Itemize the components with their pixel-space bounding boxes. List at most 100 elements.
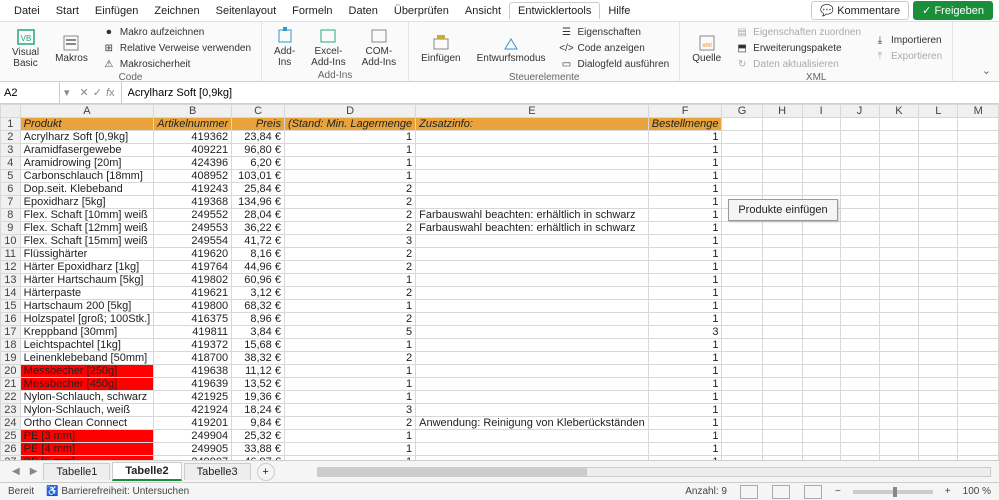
name-box[interactable] bbox=[0, 82, 60, 103]
cell[interactable] bbox=[840, 378, 879, 391]
cell[interactable] bbox=[802, 144, 840, 157]
cell[interactable] bbox=[919, 417, 958, 430]
page-layout-view-button[interactable] bbox=[772, 485, 790, 499]
cell[interactable] bbox=[416, 339, 649, 352]
cell[interactable] bbox=[416, 352, 649, 365]
cell[interactable]: 419811 bbox=[154, 326, 232, 339]
cell[interactable] bbox=[879, 443, 919, 456]
cell[interactable] bbox=[416, 300, 649, 313]
row-header[interactable]: 16 bbox=[1, 313, 21, 326]
cell[interactable] bbox=[416, 378, 649, 391]
cell[interactable] bbox=[762, 391, 802, 404]
cell[interactable]: 96,80 € bbox=[232, 144, 285, 157]
cell[interactable] bbox=[958, 326, 999, 339]
cell[interactable] bbox=[762, 287, 802, 300]
cell[interactable] bbox=[762, 274, 802, 287]
cell[interactable] bbox=[840, 287, 879, 300]
zoom-in-button[interactable]: + bbox=[945, 486, 951, 497]
zoom-slider[interactable] bbox=[853, 490, 933, 494]
view-code-button[interactable]: </>Code anzeigen bbox=[556, 40, 674, 56]
cell[interactable] bbox=[802, 365, 840, 378]
cell[interactable] bbox=[802, 157, 840, 170]
row-header[interactable]: 20 bbox=[1, 365, 21, 378]
zoom-out-button[interactable]: − bbox=[835, 486, 841, 497]
cell[interactable] bbox=[958, 417, 999, 430]
cell[interactable]: 1 bbox=[284, 157, 415, 170]
cell[interactable] bbox=[919, 235, 958, 248]
cell[interactable] bbox=[879, 326, 919, 339]
cell[interactable] bbox=[416, 131, 649, 144]
cell[interactable] bbox=[840, 313, 879, 326]
produkte-einfuegen-button[interactable]: Produkte einfügen bbox=[728, 199, 838, 221]
cell[interactable] bbox=[919, 300, 958, 313]
cell[interactable]: Ortho Clean Connect bbox=[20, 417, 154, 430]
cell[interactable] bbox=[722, 365, 762, 378]
menu-einfuegen[interactable]: Einfügen bbox=[87, 3, 146, 19]
cell[interactable]: 419621 bbox=[154, 287, 232, 300]
cell[interactable]: 103,01 € bbox=[232, 170, 285, 183]
cell[interactable] bbox=[958, 183, 999, 196]
cell[interactable]: 3,12 € bbox=[232, 287, 285, 300]
zoom-level[interactable]: 100 % bbox=[963, 486, 991, 497]
worksheet-grid[interactable]: ABCDEFGHIJKLM1ProduktArtikelnummerPreis(… bbox=[0, 104, 999, 460]
cell[interactable]: Farbauswahl beachten: erhältlich in schw… bbox=[416, 222, 649, 235]
cell[interactable] bbox=[840, 326, 879, 339]
cell[interactable] bbox=[802, 300, 840, 313]
cell[interactable] bbox=[919, 196, 958, 209]
cell[interactable]: 249553 bbox=[154, 222, 232, 235]
cell[interactable]: 25,84 € bbox=[232, 183, 285, 196]
cell[interactable]: 416375 bbox=[154, 313, 232, 326]
row-header[interactable]: 21 bbox=[1, 378, 21, 391]
cell[interactable] bbox=[416, 287, 649, 300]
col-header-M[interactable]: M bbox=[958, 105, 999, 118]
cell[interactable] bbox=[722, 235, 762, 248]
col-header-A[interactable]: A bbox=[20, 105, 154, 118]
row-header[interactable]: 26 bbox=[1, 443, 21, 456]
cell[interactable] bbox=[919, 352, 958, 365]
cell[interactable] bbox=[958, 131, 999, 144]
cell[interactable] bbox=[416, 144, 649, 157]
cell[interactable] bbox=[762, 339, 802, 352]
cell[interactable] bbox=[802, 404, 840, 417]
run-dialog-button[interactable]: ▭Dialogfeld ausführen bbox=[556, 56, 674, 72]
cell[interactable] bbox=[762, 326, 802, 339]
cell[interactable]: Nylon-Schlauch, schwarz bbox=[20, 391, 154, 404]
cell[interactable]: Anwendung: Reinigung von Kleberückstände… bbox=[416, 417, 649, 430]
cell[interactable] bbox=[919, 183, 958, 196]
cell[interactable] bbox=[919, 404, 958, 417]
cell[interactable]: 408952 bbox=[154, 170, 232, 183]
cell[interactable] bbox=[879, 209, 919, 222]
col-header-C[interactable]: C bbox=[232, 105, 285, 118]
cell[interactable] bbox=[879, 235, 919, 248]
enter-formula-button[interactable]: ✓ bbox=[93, 86, 102, 99]
addins-button[interactable]: Add- Ins bbox=[268, 24, 301, 70]
cell[interactable]: 15,68 € bbox=[232, 339, 285, 352]
cell[interactable] bbox=[919, 430, 958, 443]
comments-button[interactable]: 💬 Kommentare bbox=[811, 1, 909, 20]
cell[interactable]: 1 bbox=[648, 248, 722, 261]
cell[interactable] bbox=[879, 131, 919, 144]
row-header[interactable]: 19 bbox=[1, 352, 21, 365]
cell[interactable] bbox=[416, 196, 649, 209]
cell[interactable] bbox=[802, 352, 840, 365]
cell[interactable]: 2 bbox=[284, 209, 415, 222]
cell[interactable] bbox=[879, 222, 919, 235]
cell[interactable]: 418700 bbox=[154, 352, 232, 365]
cell[interactable] bbox=[958, 248, 999, 261]
cell[interactable] bbox=[802, 170, 840, 183]
cell[interactable] bbox=[879, 261, 919, 274]
cell[interactable]: 419243 bbox=[154, 183, 232, 196]
name-box-input[interactable] bbox=[4, 87, 55, 99]
cell[interactable]: Carbonschlauch [18mm] bbox=[20, 170, 154, 183]
cell[interactable]: 1 bbox=[648, 313, 722, 326]
cell[interactable] bbox=[416, 404, 649, 417]
normal-view-button[interactable] bbox=[740, 485, 758, 499]
cell[interactable] bbox=[802, 248, 840, 261]
cell[interactable] bbox=[919, 157, 958, 170]
cell[interactable] bbox=[958, 170, 999, 183]
cell[interactable]: 13,52 € bbox=[232, 378, 285, 391]
cell[interactable] bbox=[416, 326, 649, 339]
cell[interactable] bbox=[762, 313, 802, 326]
cell[interactable] bbox=[762, 417, 802, 430]
cell[interactable] bbox=[416, 170, 649, 183]
